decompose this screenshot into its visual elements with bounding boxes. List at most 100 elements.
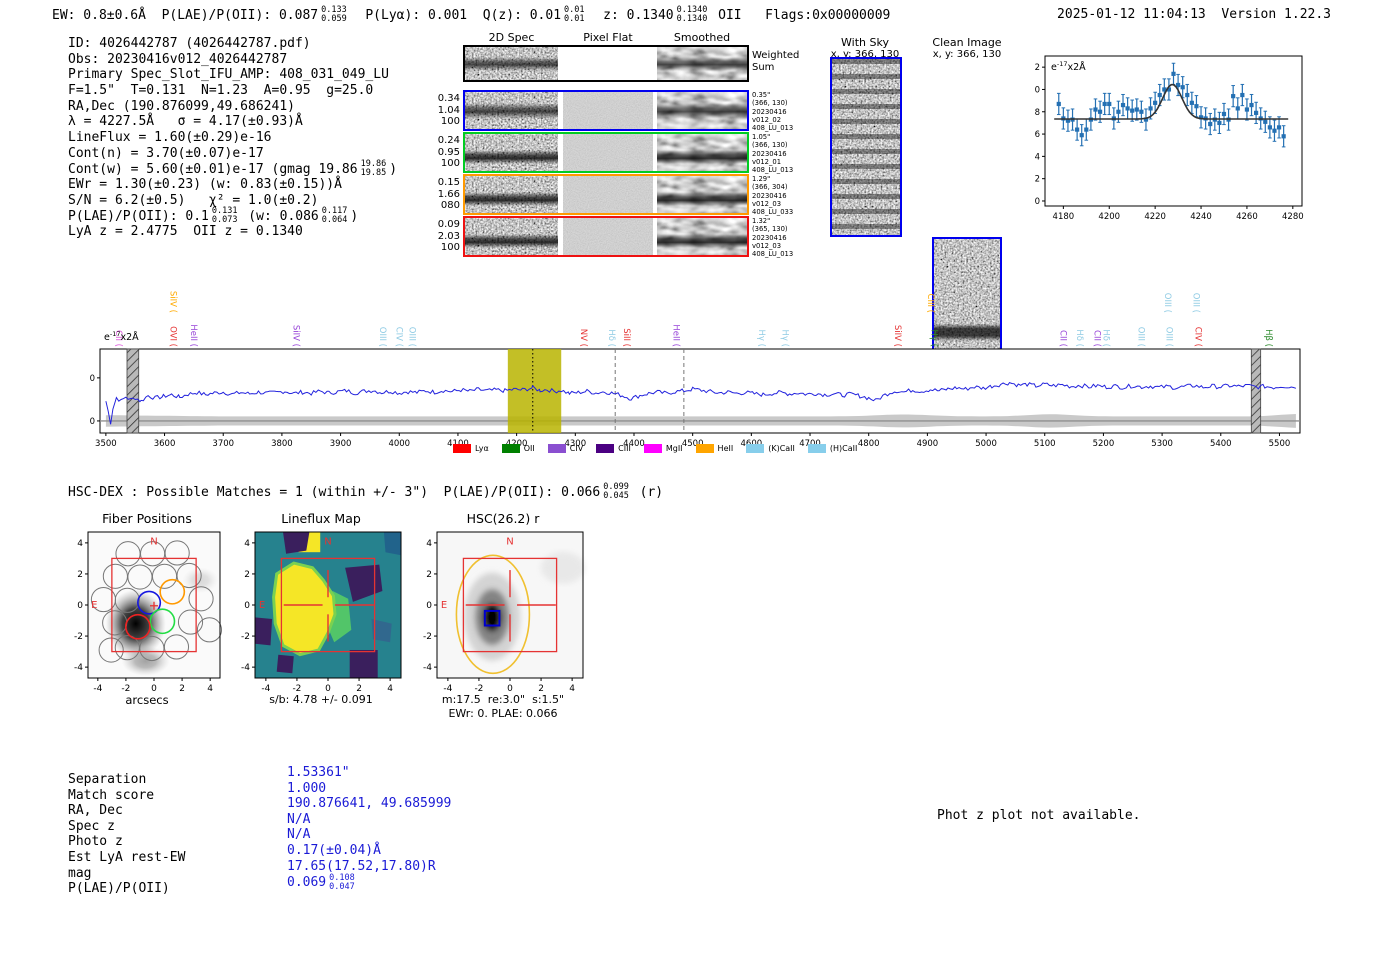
match-table: Separation1.53361"Match score1.000RA, De… [68, 772, 451, 899]
y-tick-label: -2 [423, 632, 432, 642]
text-segment: OII Flags:0x00000009 [710, 8, 890, 23]
match-table-row: Separation1.53361" [68, 772, 451, 788]
match-field-value: 1.53361" [287, 765, 350, 781]
noise-texture [563, 134, 653, 171]
fiber-positions-title: Fiber Positions [62, 511, 232, 526]
data-point [1094, 108, 1097, 111]
spectrum-unit-label: e-17x2Å [104, 330, 139, 343]
text-segment: (r) [632, 485, 663, 500]
left-label: 100 [436, 116, 460, 128]
twod-col-title-flat: Pixel Flat [563, 31, 653, 44]
text-segment: z: 0.1340 [588, 8, 674, 23]
right-label: v012_01 [752, 158, 793, 166]
text-segment: λ = 4227.5Å σ = 4.17(±0.93)Å [68, 114, 303, 130]
left-label: 0.95 [436, 147, 460, 159]
twod-row-right-labels: 0.35"(366, 130)20230416v012_02408_LU_013 [752, 91, 793, 132]
y-tick-label: 0 [244, 601, 250, 611]
weighted-sum-line1: Weighted [752, 50, 799, 62]
data-point [1108, 102, 1111, 105]
noise-texture [465, 134, 558, 171]
data-point [1282, 135, 1285, 138]
text-segment: P(Lyα): 0.001 Q(z): 0.01 [350, 8, 561, 23]
text-segment: RA,Dec (190.876099,49.686241) [68, 99, 295, 115]
data-point [1195, 105, 1198, 108]
emission-line-label: NV ( [578, 329, 588, 347]
x-tick-label: 5500 [1269, 439, 1291, 449]
legend-item: CIII [596, 444, 631, 453]
data-point [1098, 110, 1101, 113]
data-point [1273, 129, 1276, 132]
data-point [1154, 101, 1157, 104]
x-tick-label: 3900 [330, 439, 352, 449]
data-point [1241, 93, 1244, 96]
y-tick-label: 0 [1035, 197, 1040, 207]
right-label: (366, 304) [752, 183, 793, 191]
match-table-row: P(LAE)/P(OII)0.0690.1080.047 [68, 881, 451, 899]
legend-label: HeII [718, 444, 734, 453]
with-sky-image [830, 57, 902, 237]
twod-spec-image [465, 176, 558, 213]
noise-texture [657, 218, 747, 255]
smoothed-image [657, 47, 747, 80]
flux-dark-patch [277, 655, 294, 674]
compass-north-label: N [506, 536, 513, 547]
sub-value: 0.064 [322, 216, 348, 225]
x-tick-label: 4 [569, 684, 575, 692]
full-spectrum-plot: 0103500360037003800390040004100420043004… [90, 262, 1330, 462]
right-label: 20230416 [752, 108, 793, 116]
y-tick-label: 0 [90, 417, 95, 427]
x-tick-label: 4900 [917, 439, 939, 449]
emission-line-label: SiIV ( [892, 325, 902, 347]
emission-line-label: Hγ ( [929, 330, 939, 347]
x-tick-label: 4240 [1190, 212, 1212, 222]
noise-texture [657, 92, 747, 129]
data-point [1057, 102, 1060, 105]
report-version: Version 1.22.3 [1221, 7, 1331, 22]
emission-line-label: Hγ ( [780, 330, 790, 347]
masked-region [127, 349, 139, 433]
y-tick-label: 12 [1035, 63, 1040, 73]
emission-line-label: Hδ ( [606, 329, 616, 347]
y-tick-label: 4 [77, 539, 83, 549]
flux-dark-patch [283, 532, 309, 554]
twod-spec-image [465, 47, 558, 80]
y-tick-label: 6 [1035, 130, 1040, 140]
y-tick-label: 2 [244, 570, 250, 580]
info-line-3: F=1.5" T=0.131 N=1.23 A=0.95 g=25.0 [68, 83, 397, 99]
emission-line-label: OIII ( [1163, 327, 1173, 347]
legend-label: MgII [666, 444, 683, 453]
text-segment: 1.53361" [287, 765, 350, 781]
x-tick-label: 3600 [154, 439, 176, 449]
twod-row [463, 90, 749, 131]
x-tick-label: 3800 [271, 439, 293, 449]
lineflux-caption: s/b: 4.78 +/- 0.091 [229, 693, 413, 706]
x-tick-label: 5200 [1093, 439, 1115, 449]
x-tick-label: 5000 [975, 439, 997, 449]
data-point [1268, 126, 1271, 129]
legend-item: MgII [644, 444, 683, 453]
smoothed-image [657, 218, 747, 255]
emission-line-label: CII ( [1058, 330, 1068, 347]
x-tick-label: -4 [93, 684, 102, 692]
x-tick-label: 0 [151, 684, 157, 692]
match-field-label: Match score [68, 788, 287, 804]
fiber-positions-plot: -4-4-2-2002244NE [62, 528, 232, 692]
right-label: 408_LU_013 [752, 250, 793, 258]
smoothed-image [657, 134, 747, 171]
text-segment: 0.17(±0.04)Å [287, 843, 381, 859]
text-segment: Obs: 20230416v012_4026442787 [68, 52, 287, 68]
left-label: 0.15 [436, 177, 460, 189]
text-segment: F=1.5" T=0.131 N=1.23 A=0.95 g=25.0 [68, 83, 373, 99]
sub-value: 19.85 [361, 169, 387, 178]
emission-line-label: SiIV ( [291, 325, 301, 347]
legend-swatch [644, 444, 662, 453]
y-tick-label: -2 [74, 632, 83, 642]
x-tick-label: 3500 [95, 439, 117, 449]
hsc-cutout-plot: -4-4-2-2002244NE [411, 528, 595, 692]
emission-line-label: OIII ( [377, 327, 387, 347]
legend-swatch [696, 444, 714, 453]
flux-dark-patch [255, 617, 272, 645]
header-gap [1206, 7, 1222, 22]
noise-texture [657, 47, 747, 80]
emission-line-label: Hδ ( [1100, 329, 1110, 347]
